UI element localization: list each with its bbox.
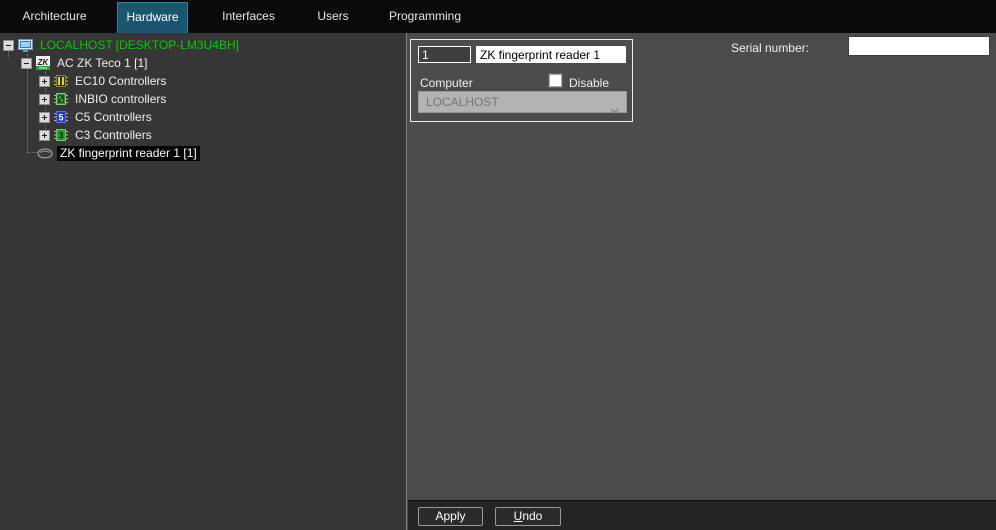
tree-item-inbio-controllers[interactable]: INBIO controllers — [0, 90, 406, 108]
device-name-input[interactable] — [476, 46, 626, 63]
device-properties-group: Computer Disable LOCALHOST — [410, 39, 633, 122]
tree-item-zk-fingerprint-reader[interactable]: ZK fingerprint reader 1 [1] — [0, 144, 406, 162]
tab-programming[interactable]: Programming — [377, 0, 473, 33]
expand-icon[interactable] — [39, 129, 50, 141]
top-nav-bar: Architecture Hardware Interfaces Users P… — [0, 0, 996, 33]
tree-item-c3-controllers[interactable]: 3 C3 Controllers — [0, 126, 406, 144]
device-tree-panel: LOCALHOST [DESKTOP-LM3U4BH] ZK AC ZK Tec… — [0, 33, 407, 530]
device-detail-panel: Computer Disable LOCALHOST Serial number… — [408, 33, 996, 499]
chevron-down-icon — [610, 100, 619, 120]
tree-item-ec10-controllers[interactable]: EC10 Controllers — [0, 72, 406, 90]
tree-item-label: EC10 Controllers — [75, 73, 167, 88]
tree-item-label: C5 Controllers — [75, 109, 152, 124]
svg-text:3: 3 — [58, 131, 63, 141]
disable-checkbox[interactable] — [549, 74, 562, 87]
computer-icon — [18, 38, 33, 52]
tab-interfaces[interactable]: Interfaces — [206, 0, 291, 33]
apply-button[interactable]: Apply — [418, 507, 483, 526]
zk-teco-logo-icon: ZK — [36, 56, 50, 70]
svg-text:5: 5 — [58, 113, 63, 123]
tree-item-ac-zk-teco[interactable]: ZK AC ZK Teco 1 [1] — [0, 54, 406, 72]
serial-number-input[interactable] — [848, 36, 990, 56]
undo-rest-letters: ndo — [522, 509, 543, 523]
app-window: Architecture Hardware Interfaces Users P… — [0, 0, 996, 530]
undo-accel-letter: U — [513, 509, 523, 523]
tab-hardware[interactable]: Hardware — [117, 2, 188, 33]
tree-item-c5-controllers[interactable]: 5 C5 Controllers — [0, 108, 406, 126]
tab-architecture[interactable]: Architecture — [14, 0, 95, 33]
c3-chip-icon: 3 — [54, 128, 68, 142]
action-bar: Apply Undo — [408, 500, 996, 530]
tree-item-localhost[interactable]: LOCALHOST [DESKTOP-LM3U4BH] — [0, 36, 406, 54]
ec10-chip-icon — [54, 74, 68, 88]
tree-item-label: LOCALHOST [DESKTOP-LM3U4BH] — [40, 37, 239, 52]
inbio-chip-icon — [54, 92, 68, 106]
collapse-icon[interactable] — [21, 57, 32, 69]
expand-icon[interactable] — [39, 75, 50, 87]
c5-chip-icon: 5 — [54, 110, 68, 124]
tree-item-label: C3 Controllers — [75, 127, 152, 142]
disable-label: Disable — [569, 76, 610, 90]
computer-label: Computer — [420, 76, 473, 90]
computer-select[interactable]: LOCALHOST — [418, 91, 627, 114]
tree-item-label: INBIO controllers — [75, 91, 167, 106]
fingerprint-reader-icon — [37, 148, 53, 159]
tree-item-label: ZK fingerprint reader 1 [1] — [57, 145, 200, 161]
tab-users[interactable]: Users — [303, 0, 363, 33]
device-number-input[interactable] — [418, 46, 471, 63]
computer-select-value: LOCALHOST — [426, 95, 499, 109]
expand-icon[interactable] — [39, 93, 50, 105]
undo-button[interactable]: Undo — [495, 507, 561, 526]
serial-number-label: Serial number: — [730, 41, 809, 55]
expand-icon[interactable] — [39, 111, 50, 123]
tree-item-label: AC ZK Teco 1 [1] — [57, 55, 148, 70]
collapse-icon[interactable] — [3, 39, 14, 51]
svg-text:ZK: ZK — [37, 58, 50, 67]
